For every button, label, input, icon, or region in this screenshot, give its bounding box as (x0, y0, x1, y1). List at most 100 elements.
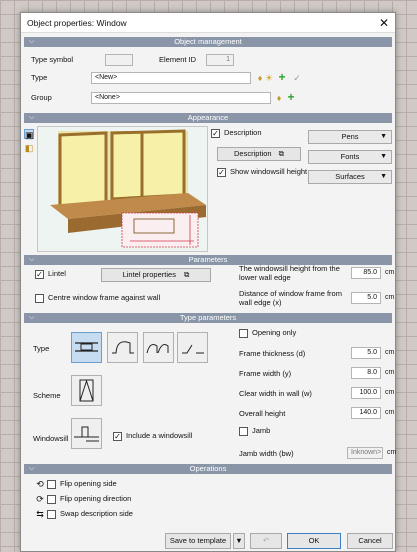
save-template-dropdown[interactable]: ▼ (233, 533, 245, 549)
window-type-tilt[interactable] (177, 332, 208, 363)
title-bar: Object properties: Window ✕ (21, 13, 395, 33)
dropdown-arrow-icon: ▼ (380, 173, 387, 180)
lightbulb-icon[interactable]: ☀ (264, 73, 274, 83)
open-window-icon: ⧉ (278, 149, 284, 158)
swap-description-icon: ⇆ (36, 509, 44, 519)
distance-label: Distance of window frame from wall edge … (239, 289, 342, 307)
open-window-icon: ⧉ (184, 270, 190, 279)
scheme-icon (79, 379, 94, 402)
plan-view-icon[interactable]: ◧ (24, 143, 34, 153)
frame-width-unit: cm (385, 369, 395, 376)
scheme-button[interactable] (71, 375, 102, 406)
distance-unit: cm (385, 294, 395, 301)
ok-button[interactable]: OK (287, 533, 341, 549)
section-operations[interactable]: ⌵ Operations (24, 464, 392, 474)
flip-direction-icon: ⟳ (36, 494, 44, 504)
pens-button[interactable]: Pens ▼ (308, 130, 392, 144)
dialog-title: Object properties: Window (27, 17, 127, 28)
description-label: Description (224, 128, 262, 137)
window-preview-drawing (38, 127, 207, 251)
type-label: Type (31, 73, 48, 82)
casement-window-icon (112, 341, 134, 354)
overall-height-unit: cm (385, 409, 395, 416)
jamb-width-unit: cm (387, 449, 397, 456)
flip-direction-checkbox[interactable] (47, 495, 56, 504)
windowsill-icon (74, 426, 99, 442)
clear-width-label: Clear width in wall (w) (239, 389, 312, 398)
centre-frame-label: Centre window frame against wall (48, 293, 161, 302)
frame-thickness-input[interactable]: 5.0 (351, 347, 381, 359)
close-icon[interactable]: ✕ (373, 13, 395, 33)
window-preview (37, 126, 208, 252)
centre-frame-checkbox[interactable] (35, 294, 44, 303)
overall-height-label: Overall height (239, 409, 286, 418)
apply-button[interactable]: ↶ (250, 533, 282, 549)
sill-height-label: The windowsill height from the lower wal… (239, 264, 340, 282)
jamb-label: Jamb (252, 426, 271, 435)
frame-width-input[interactable]: 8.0 (351, 367, 381, 379)
cancel-button[interactable]: Cancel (347, 533, 393, 549)
lintel-properties-button[interactable]: Lintel properties ⧉ (101, 268, 211, 282)
type-param-label: Type (33, 344, 50, 353)
sill-height-unit: cm (385, 269, 395, 276)
frame-thickness-label: Frame thickness (d) (239, 349, 306, 358)
flip-side-checkbox[interactable] (47, 480, 56, 489)
double-casement-icon (146, 344, 169, 354)
lintel-checkbox[interactable]: ✓ (35, 270, 44, 279)
windowsill-label: Windowsill (33, 434, 69, 443)
window-type-fixed[interactable] (71, 332, 102, 363)
type-symbol-field[interactable] (105, 54, 133, 66)
description-checkbox[interactable]: ✓ (211, 129, 220, 138)
section-object-management[interactable]: ⌵ Object management (24, 37, 392, 47)
frame-thickness-unit: cm (385, 349, 395, 356)
add-type-icon[interactable]: + (277, 71, 287, 83)
flip-side-icon: ⟲ (36, 479, 44, 489)
fixed-window-icon (75, 342, 98, 352)
show-windowsill-label: Show windowsill height (230, 167, 308, 176)
group-load-icon[interactable]: ♦ (274, 93, 284, 103)
distance-input[interactable]: 5.0 (351, 292, 381, 304)
overall-height-input[interactable]: 140.0 (351, 407, 381, 419)
section-type-parameters[interactable]: ⌵ Type parameters (24, 313, 392, 323)
surfaces-button[interactable]: Surfaces ▼ (308, 170, 392, 184)
type-symbol-label: Type symbol (31, 55, 74, 64)
jamb-checkbox[interactable] (239, 427, 248, 436)
element-id-label: Element ID (159, 55, 197, 64)
collapse-chevron-icon[interactable]: ⌵ (29, 313, 34, 323)
dropdown-arrow-icon: ▼ (380, 153, 387, 160)
jamb-width-input[interactable]: Inknown> (347, 447, 383, 459)
include-windowsill-checkbox[interactable]: ✓ (113, 432, 122, 441)
lintel-label: Lintel (48, 269, 66, 278)
check-icon[interactable]: ✓ (292, 73, 302, 83)
dropdown-arrow-icon: ▼ (380, 133, 387, 140)
sill-height-input[interactable]: 85.0 (351, 267, 381, 279)
object-properties-dialog: Object properties: Window ✕ ⌵ Object man… (20, 12, 396, 552)
clear-width-unit: cm (385, 389, 395, 396)
collapse-chevron-icon[interactable]: ⌵ (29, 113, 34, 123)
element-id-field[interactable]: 1 (206, 54, 234, 66)
window-type-single-casement[interactable] (107, 332, 138, 363)
scheme-label: Scheme (33, 391, 61, 400)
flip-side-label: Flip opening side (60, 479, 117, 488)
add-group-icon[interactable]: + (286, 91, 296, 103)
swap-description-label: Swap description side (60, 509, 133, 518)
save-to-template-button[interactable]: Save to template (165, 533, 231, 549)
group-select[interactable]: <None> (91, 92, 271, 104)
3d-view-icon[interactable]: ▣ (24, 129, 34, 140)
collapse-chevron-icon[interactable]: ⌵ (29, 255, 34, 265)
swap-description-checkbox[interactable] (47, 510, 56, 519)
fonts-button[interactable]: Fonts ▼ (308, 150, 392, 164)
collapse-chevron-icon[interactable]: ⌵ (29, 464, 34, 474)
show-windowsill-checkbox[interactable]: ✓ (217, 168, 226, 177)
opening-only-checkbox[interactable] (239, 329, 248, 338)
flip-direction-label: Flip opening direction (60, 494, 132, 503)
windowsill-button[interactable] (71, 418, 102, 449)
clear-width-input[interactable]: 100.0 (351, 387, 381, 399)
description-button[interactable]: Description ⧉ (217, 147, 301, 161)
collapse-chevron-icon[interactable]: ⌵ (29, 37, 34, 47)
window-type-double-casement[interactable] (143, 332, 174, 363)
section-appearance[interactable]: ⌵ Appearance (24, 113, 392, 123)
jamb-width-label: Jamb width (bw) (239, 449, 294, 458)
tilt-window-icon (182, 344, 204, 354)
type-select[interactable]: <New> (91, 72, 251, 84)
